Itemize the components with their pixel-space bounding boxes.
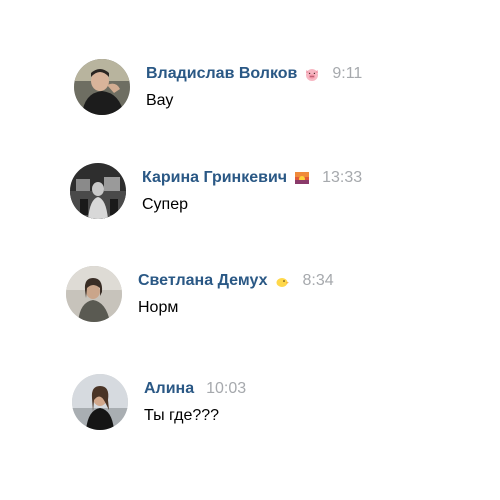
pig-face-icon bbox=[304, 66, 320, 82]
avatar-photo bbox=[70, 163, 126, 219]
message-text: Ты где??? bbox=[144, 407, 220, 424]
author-name[interactable]: Алина bbox=[144, 380, 194, 398]
avatar[interactable] bbox=[70, 163, 126, 219]
avatar[interactable] bbox=[72, 374, 128, 430]
avatar[interactable] bbox=[66, 266, 122, 322]
message-item: Алина 10:03 Ты где??? bbox=[72, 374, 492, 444]
message-item: Владислав Волков 9:11 Вау bbox=[74, 59, 494, 129]
message-item: Карина Гринкевич 13:33 Супер bbox=[70, 163, 490, 233]
avatar-photo bbox=[66, 266, 122, 322]
message-text: Норм bbox=[138, 299, 179, 316]
message-text: Вау bbox=[146, 92, 174, 109]
avatar[interactable] bbox=[74, 59, 130, 115]
message-time[interactable]: 13:33 bbox=[322, 169, 362, 187]
sunset-icon bbox=[294, 170, 310, 186]
message-item: Светлана Демух 8:34 Норм bbox=[66, 266, 486, 336]
author-name[interactable]: Карина Гринкевич bbox=[142, 169, 287, 187]
message-time[interactable]: 9:11 bbox=[332, 65, 362, 83]
avatar-photo bbox=[74, 59, 130, 115]
message-time[interactable]: 8:34 bbox=[302, 272, 333, 290]
chick-icon bbox=[274, 273, 290, 289]
message-text: Супер bbox=[142, 196, 189, 213]
author-name[interactable]: Светлана Демух bbox=[138, 272, 267, 290]
avatar-photo bbox=[72, 374, 128, 430]
author-name[interactable]: Владислав Волков bbox=[146, 65, 297, 83]
message-time[interactable]: 10:03 bbox=[206, 380, 246, 398]
